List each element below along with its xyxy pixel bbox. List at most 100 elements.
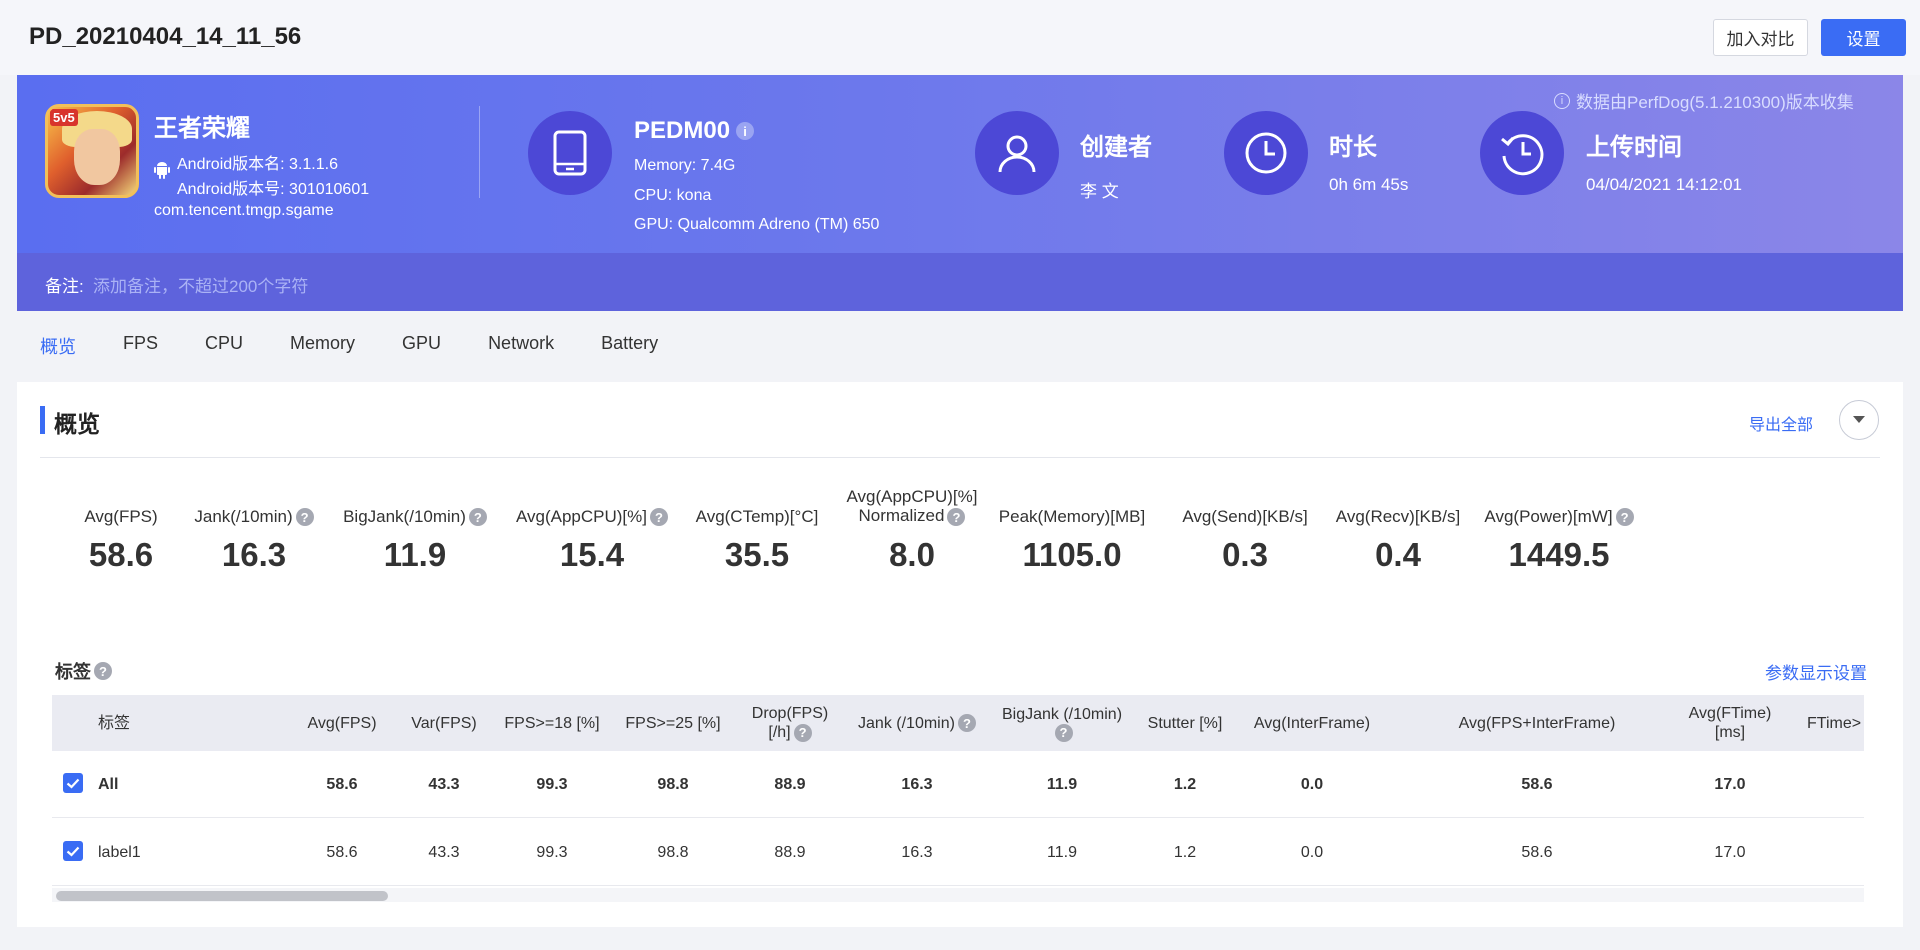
tags-title-text: 标签: [55, 662, 91, 682]
th-avg-fps: Avg(FPS): [307, 714, 377, 732]
th-drop: Drop(FPS) [/h]?: [742, 695, 838, 751]
cell-fps25: 98.8: [657, 843, 689, 861]
metric-label: Avg(AppCPU)[%]: [515, 507, 647, 526]
note-input[interactable]: 添加备注，不超过200个字符: [93, 272, 308, 297]
collapse-button[interactable]: [1839, 400, 1879, 440]
section-accent-bar: [40, 406, 45, 434]
metric-label: Peak(Memory)[MB]: [998, 507, 1146, 526]
app-icon-badge: 5v5: [50, 109, 78, 126]
cell-fps25: 98.8: [657, 775, 689, 793]
row-checkbox[interactable]: [63, 773, 83, 793]
th-bigjank: BigJank (/10min) ?: [987, 695, 1137, 751]
device-info-icon[interactable]: i: [736, 122, 755, 140]
tab-overview[interactable]: 概览: [40, 333, 76, 359]
tab-gpu[interactable]: GPU: [402, 333, 441, 359]
th-drop-line2: [/h]: [768, 724, 791, 741]
cell-fps18: 99.3: [536, 775, 568, 793]
duration-title: 时长: [1329, 134, 1377, 161]
tab-battery[interactable]: Battery: [601, 333, 658, 359]
cell-drop: 88.9: [774, 775, 806, 793]
th-ftime-more: FTime>: [1807, 714, 1862, 732]
device-icon-circle: [528, 111, 612, 195]
history-icon: [1501, 134, 1544, 176]
device-gpu: GPU: Qualcomm Adreno (TM) 650: [634, 216, 880, 233]
help-icon[interactable]: ?: [793, 723, 812, 742]
cell-stutter: 1.2: [1173, 843, 1197, 861]
th-avg-interframe: Avg(InterFrame): [1253, 714, 1371, 732]
metric-value: 16.3: [221, 536, 287, 573]
device-name: PEDM00 i: [634, 117, 755, 145]
cell-fps18: 99.3: [536, 843, 568, 861]
settings-button[interactable]: 设置: [1821, 19, 1906, 56]
th-fps25: FPS>=25 [%]: [625, 714, 721, 732]
section-title: 概览: [54, 411, 100, 437]
table-row: label1 58.6 43.3 99.3 98.8 88.9 16.3 11.…: [52, 819, 1864, 886]
scrollbar-thumb[interactable]: [56, 891, 388, 901]
tab-cpu[interactable]: CPU: [205, 333, 243, 359]
cell-jank: 16.3: [901, 843, 933, 861]
cell-avg-fps: 58.6: [326, 843, 358, 861]
phone-icon: [553, 130, 587, 176]
horizontal-scrollbar[interactable]: [52, 888, 1864, 902]
help-icon[interactable]: ?: [947, 508, 966, 526]
th-label: 标签: [98, 714, 131, 732]
help-icon[interactable]: ?: [1054, 723, 1073, 742]
export-all-link[interactable]: 导出全部: [1749, 411, 1813, 435]
th-stutter: Stutter [%]: [1147, 714, 1223, 732]
cell-var-fps: 43.3: [428, 775, 460, 793]
metric-jank: Jank(/10min)? 16.3: [169, 486, 339, 574]
metric-avg-power: Avg(Power)[mW]? 1449.5: [1464, 486, 1654, 574]
creator-title: 创建者: [1080, 134, 1152, 161]
metric-value: 0.4: [1375, 536, 1421, 573]
metric-value: 1105.0: [1022, 536, 1122, 573]
th-avg-ftime-line1: Avg(FTime): [1688, 705, 1772, 722]
android-version-name: Android版本名: 3.1.1.6: [177, 156, 338, 173]
caret-down-icon: [1853, 416, 1865, 423]
cell-var-fps: 43.3: [428, 843, 460, 861]
metric-peak-memory: Peak(Memory)[MB] 1105.0: [977, 486, 1167, 574]
android-version-code: Android版本号: 301010601: [177, 181, 370, 198]
package-name: com.tencent.tmgp.sgame: [154, 202, 334, 219]
table-header: 标签 Avg(FPS) Var(FPS) FPS>=18 [%] FPS>=25…: [52, 695, 1864, 751]
user-icon: [998, 135, 1036, 173]
table-row: All 58.6 43.3 99.3 98.8 88.9 16.3 11.9 1…: [52, 751, 1864, 818]
row-checkbox[interactable]: [63, 841, 83, 861]
info-icon: i: [1554, 92, 1570, 109]
cell-avg-interframe: 0.0: [1300, 843, 1324, 861]
help-icon[interactable]: ?: [295, 508, 314, 526]
th-jank: Jank (/10min)?: [842, 695, 992, 751]
th-var-fps: Var(FPS): [411, 714, 477, 732]
cell-avg-fps: 58.6: [326, 775, 358, 793]
metric-label-line2: Normalized: [858, 506, 945, 526]
app-icon: 5v5: [45, 104, 139, 198]
note-label: 备注:: [45, 277, 84, 296]
metric-avg-recv: Avg(Recv)[KB/s] 0.4: [1308, 486, 1488, 574]
data-source-text: 数据由PerfDog(5.1.210300)版本收集: [1576, 93, 1854, 112]
cell-bigjank: 11.9: [1047, 843, 1077, 861]
th-bigjank-text: BigJank (/10min): [1001, 705, 1123, 723]
help-icon[interactable]: ?: [94, 662, 112, 680]
cell-avg-fps-interframe: 58.6: [1521, 843, 1553, 861]
help-icon[interactable]: ?: [1615, 508, 1634, 526]
tab-bar: 概览 FPS CPU Memory GPU Network Battery: [40, 333, 705, 359]
cell-avg-ftime: 17.0: [1714, 843, 1746, 861]
tab-memory[interactable]: Memory: [290, 333, 355, 359]
th-avg-fps-interframe: Avg(FPS+InterFrame): [1458, 714, 1616, 732]
tab-network[interactable]: Network: [488, 333, 554, 359]
help-icon[interactable]: ?: [468, 508, 487, 526]
tab-fps[interactable]: FPS: [123, 333, 158, 359]
metric-label-line1: Avg(AppCPU)[%]: [846, 487, 978, 507]
tags-title: 标签?: [55, 658, 112, 684]
check-icon: [66, 778, 80, 789]
creator-value: 李 文: [1080, 182, 1119, 201]
param-display-settings-link[interactable]: 参数显示设置: [1765, 659, 1867, 684]
check-icon: [66, 846, 80, 857]
add-to-compare-button[interactable]: 加入对比: [1713, 19, 1808, 56]
duration-value: 0h 6m 45s: [1329, 175, 1409, 194]
metric-value: 1449.5: [1508, 536, 1610, 573]
help-icon[interactable]: ?: [957, 714, 976, 732]
th-fps18: FPS>=18 [%]: [504, 714, 600, 732]
upload-value: 04/04/2021 14:12:01: [1586, 175, 1742, 194]
metric-label: BigJank(/10min): [343, 507, 466, 526]
cell-jank: 16.3: [901, 775, 933, 793]
